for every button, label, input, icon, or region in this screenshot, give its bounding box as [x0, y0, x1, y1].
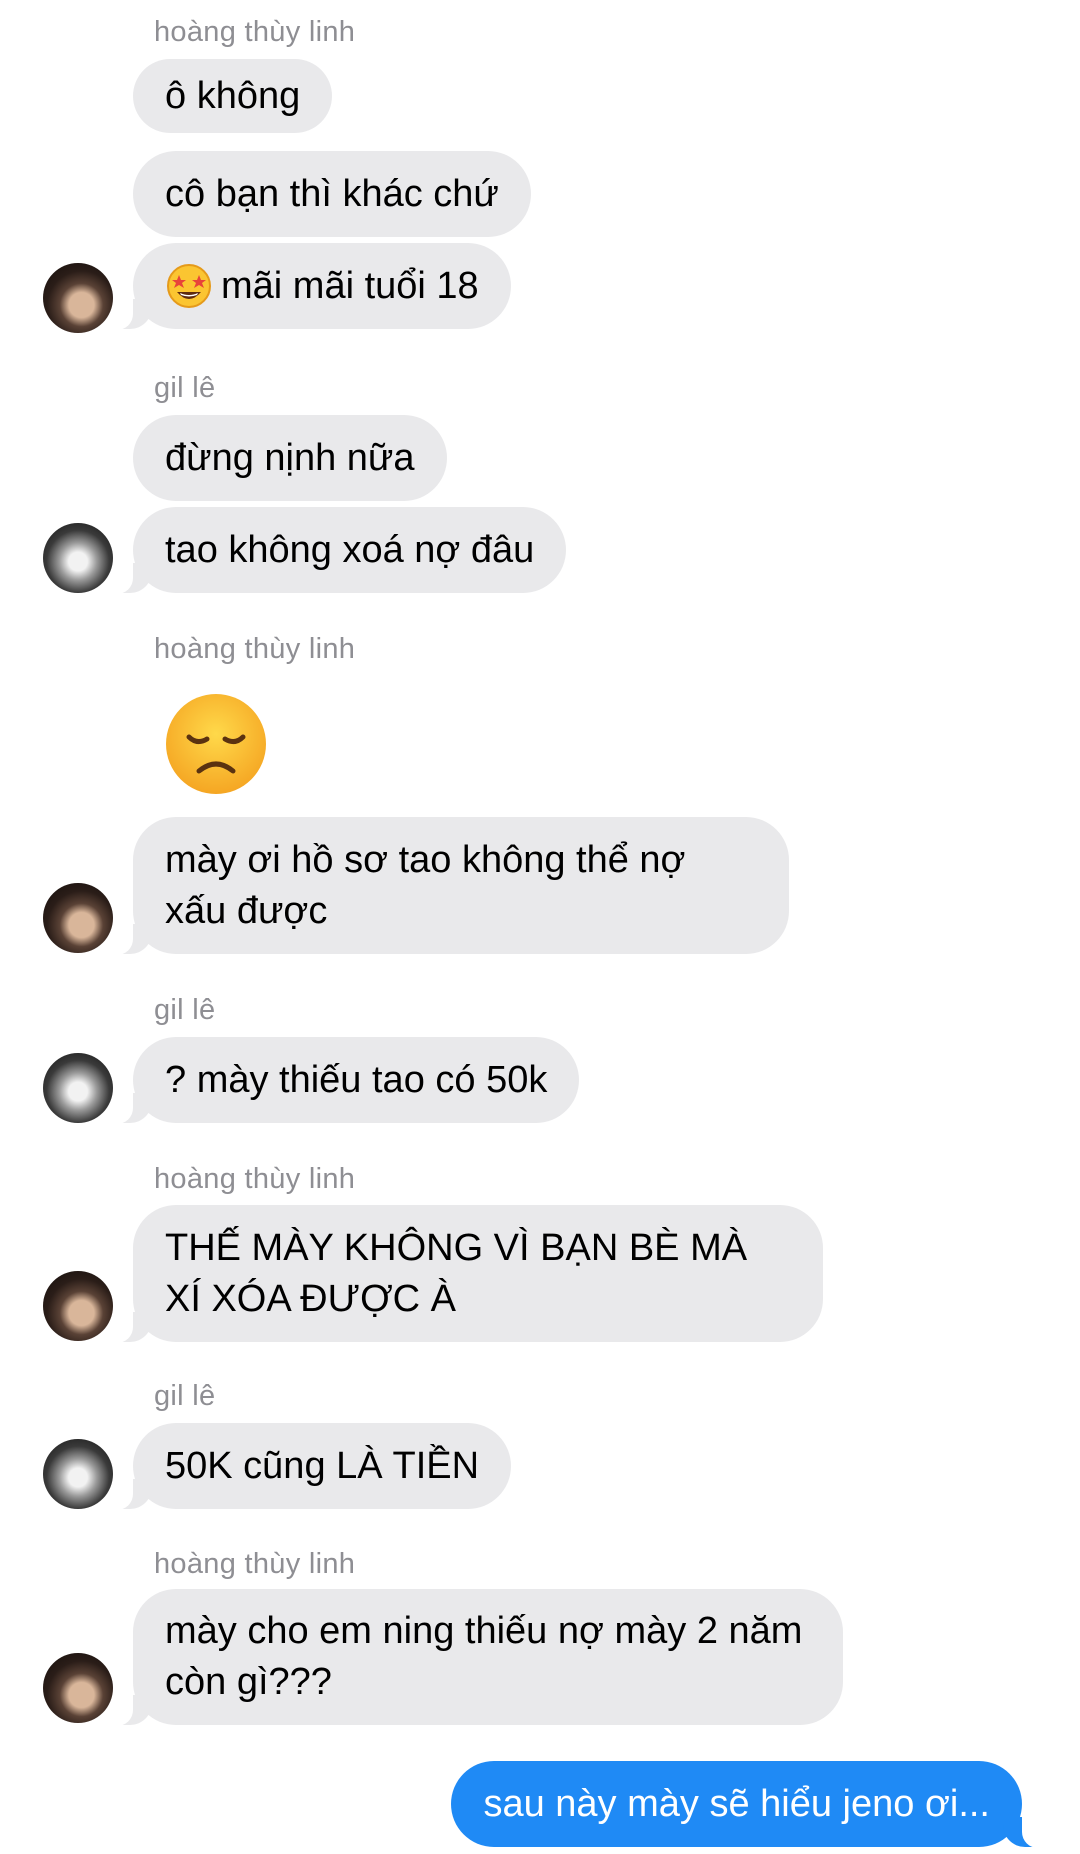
- message-text: THẾ MÀY KHÔNG VÌ BẠN BÈ MÀ XÍ XÓA ĐƯỢC À: [165, 1226, 748, 1320]
- message-bubble[interactable]: đừng nịnh nữa: [133, 415, 447, 501]
- message-bubble[interactable]: cô bạn thì khác chứ: [133, 151, 531, 237]
- avatar-hoang-thuy-linh[interactable]: [43, 1271, 113, 1341]
- message-text: mãi mãi tuổi 18: [221, 264, 479, 307]
- avatar-hoang-thuy-linh[interactable]: [43, 883, 113, 953]
- sender-name: gil lê: [154, 994, 216, 1026]
- avatar-hoang-thuy-linh[interactable]: [43, 1653, 113, 1723]
- avatar-gil-le[interactable]: [43, 1439, 113, 1509]
- disappointed-face-emoji[interactable]: [163, 691, 269, 797]
- sender-name: gil lê: [154, 372, 216, 404]
- message-text: sau này mày sẽ hiểu jeno ơi...: [483, 1782, 990, 1825]
- message-bubble[interactable]: mày cho em ning thiếu nợ mày 2 năm còn g…: [109, 1589, 843, 1726]
- message-bubble[interactable]: THẾ MÀY KHÔNG VÌ BẠN BÈ MÀ XÍ XÓA ĐƯỢC À: [109, 1205, 823, 1343]
- sender-name: hoàng thùy linh: [154, 633, 356, 665]
- message-text: mày cho em ning thiếu nợ mày 2 năm còn g…: [165, 1610, 803, 1703]
- message-text: tao không xoá nợ đâu: [165, 528, 535, 571]
- outgoing-message-bubble[interactable]: sau này mày sẽ hiểu jeno ơi...: [451, 1761, 1046, 1848]
- message-text: cô bạn thì khác chứ: [165, 172, 499, 215]
- avatar-gil-le[interactable]: [43, 1053, 113, 1123]
- message-text: mày ơi hồ sơ tao không thể nợ xấu được: [165, 838, 686, 932]
- sender-name: hoàng thùy linh: [154, 16, 356, 48]
- message-text: 50K cũng LÀ TIỀN: [165, 1444, 480, 1487]
- message-text: đừng nịnh nữa: [165, 436, 415, 479]
- sender-name: hoàng thùy linh: [154, 1163, 356, 1195]
- message-text: ô không: [165, 74, 301, 117]
- message-bubble[interactable]: mãi mãi tuổi 18: [109, 243, 511, 330]
- avatar-gil-le[interactable]: [43, 523, 113, 593]
- message-bubble[interactable]: ô không: [133, 59, 333, 133]
- message-bubble[interactable]: ? mày thiếu tao có 50k: [108, 1037, 580, 1124]
- sender-name: gil lê: [154, 1380, 216, 1412]
- message-bubble[interactable]: mày ơi hồ sơ tao không thể nợ xấu được: [109, 817, 789, 955]
- message-bubble[interactable]: tao không xoá nợ đâu: [108, 507, 567, 594]
- message-bubble[interactable]: 50K cũng LÀ TIỀN: [108, 1423, 512, 1510]
- star-struck-emoji: [167, 264, 211, 308]
- sender-name: hoàng thùy linh: [154, 1548, 356, 1580]
- message-text: ? mày thiếu tao có 50k: [165, 1058, 548, 1101]
- avatar-hoang-thuy-linh[interactable]: [43, 263, 113, 333]
